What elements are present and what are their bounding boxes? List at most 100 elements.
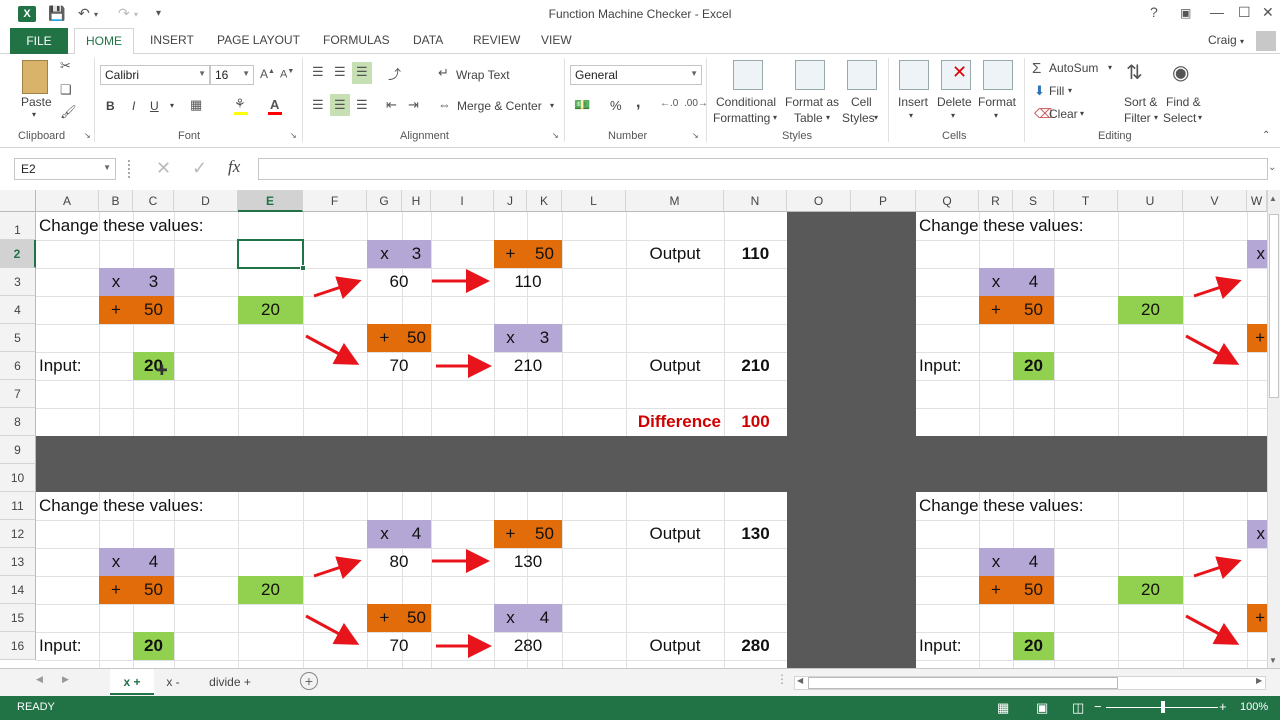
next-sheet-icon[interactable]: ▶ (62, 674, 69, 685)
font-launcher-icon[interactable]: ↘ (290, 131, 297, 140)
maximize-button[interactable]: ☐ (1238, 4, 1251, 21)
tab-file[interactable]: FILE (10, 28, 68, 54)
insert-cells-icon[interactable] (899, 60, 929, 90)
minimize-button[interactable]: — (1210, 4, 1224, 20)
sort-filter-label-1[interactable]: Sort & (1124, 95, 1157, 109)
percent-button[interactable]: % (610, 98, 622, 113)
tab-page-layout[interactable]: PAGE LAYOUT (217, 33, 300, 47)
decrease-decimal-icon[interactable]: .00→ (684, 98, 708, 109)
page-break-view-icon[interactable]: ◫ (1072, 700, 1084, 716)
collapse-ribbon-icon[interactable]: ⌃ (1262, 130, 1270, 141)
expand-formula-bar-icon[interactable]: ⌄ (1268, 162, 1276, 173)
autosum-button[interactable]: AutoSum (1049, 61, 1098, 75)
avatar[interactable] (1256, 31, 1276, 51)
format-as-table-icon[interactable] (795, 60, 825, 90)
font-color-icon[interactable]: A (270, 97, 279, 112)
tab-review[interactable]: REVIEW (473, 33, 520, 47)
find-binoculars-icon[interactable]: ◉ (1172, 60, 1189, 85)
copy-icon[interactable]: ❏ (60, 82, 72, 98)
name-box[interactable]: E2 ▼ (14, 158, 116, 180)
decrease-indent-icon[interactable]: ⇤ (386, 97, 397, 113)
formula-bar-grip[interactable] (128, 160, 131, 178)
clipboard-launcher-icon[interactable]: ↘ (84, 131, 91, 140)
orientation-icon[interactable]: ⤴ (388, 64, 401, 83)
cell-styles-icon[interactable] (847, 60, 877, 90)
wrap-text-button[interactable]: Wrap Text (456, 68, 510, 82)
cell-styles-label-1[interactable]: Cell (851, 95, 872, 109)
formula-input[interactable] (258, 158, 1268, 180)
underline-dropdown-icon[interactable]: ▾ (170, 101, 174, 110)
zoom-slider-thumb[interactable] (1161, 701, 1165, 713)
conditional-formatting-icon[interactable] (733, 60, 763, 90)
merge-dropdown-icon[interactable]: ▾ (550, 101, 554, 110)
user-dropdown-icon[interactable]: ▾ (1240, 37, 1244, 46)
scroll-down-icon[interactable]: ▼ (1269, 656, 1277, 665)
horizontal-scroll-thumb[interactable] (808, 677, 1118, 689)
format-cells-button[interactable]: Format (978, 95, 1016, 109)
format-as-table-label-1[interactable]: Format as (785, 95, 839, 109)
prev-sheet-icon[interactable]: ◀ (36, 674, 43, 685)
cut-icon[interactable]: ✂ (60, 58, 71, 74)
delete-cells-button[interactable]: Delete (937, 95, 972, 109)
scroll-left-icon[interactable]: ◀ (797, 676, 803, 685)
align-left-icon[interactable]: ☰ (312, 97, 324, 113)
sort-filter-label-2[interactable]: Filter (1124, 111, 1151, 125)
conditional-formatting-label-1[interactable]: Conditional (716, 95, 776, 109)
vertical-scroll-thumb[interactable] (1269, 214, 1279, 398)
paste-dropdown-icon[interactable]: ▾ (32, 110, 36, 119)
worksheet-grid[interactable]: A B C D E F G H I J K L M N O P Q R S T … (0, 190, 1280, 668)
align-middle-icon[interactable]: ☰ (334, 64, 346, 80)
zoom-out-button[interactable]: − (1094, 699, 1102, 714)
tab-data[interactable]: DATA (413, 33, 443, 47)
increase-font-icon[interactable]: A▲ (260, 67, 275, 81)
insert-cells-button[interactable]: Insert (898, 95, 928, 109)
tab-insert[interactable]: INSERT (150, 33, 194, 47)
italic-button[interactable]: I (132, 99, 135, 113)
zoom-in-button[interactable]: + (1219, 699, 1227, 714)
zoom-level[interactable]: 100% (1240, 701, 1268, 713)
sheet-tab-x-minus[interactable]: x - (154, 669, 192, 695)
enter-check-icon[interactable]: ✓ (192, 158, 207, 179)
align-right-icon[interactable]: ☰ (356, 97, 368, 113)
ribbon-display-icon[interactable]: ▣ (1180, 6, 1191, 20)
sheet-tab-x-plus[interactable]: x + (110, 669, 154, 695)
page-layout-view-icon[interactable]: ▣ (1036, 700, 1048, 716)
comma-button[interactable]: , (636, 94, 640, 112)
merge-center-button[interactable]: Merge & Center (457, 99, 542, 113)
add-sheet-icon[interactable]: + (300, 672, 318, 690)
user-name[interactable]: Craig (1208, 33, 1237, 47)
underline-button[interactable]: U (150, 99, 159, 113)
scroll-up-icon[interactable]: ▲ (1269, 194, 1277, 203)
find-select-label-2[interactable]: Select (1163, 111, 1196, 125)
help-button[interactable]: ? (1150, 4, 1158, 20)
format-cells-icon[interactable] (983, 60, 1013, 90)
fill-button[interactable]: Fill (1049, 84, 1064, 98)
find-select-label-1[interactable]: Find & (1166, 95, 1201, 109)
clear-button[interactable]: Clear (1049, 107, 1078, 121)
close-button[interactable]: ✕ (1262, 4, 1274, 21)
tab-formulas[interactable]: FORMULAS (323, 33, 390, 47)
format-painter-icon[interactable]: 🖌 (60, 104, 77, 120)
tab-home[interactable]: HOME (74, 28, 134, 55)
fill-color-icon[interactable]: ⚘ (234, 96, 246, 112)
font-size-combo[interactable]: 16 ▼ (210, 65, 254, 85)
number-launcher-icon[interactable]: ↘ (692, 131, 699, 140)
increase-decimal-icon[interactable]: ←.0 (660, 98, 678, 109)
cancel-icon[interactable]: ✕ (156, 158, 171, 179)
alignment-launcher-icon[interactable]: ↘ (552, 131, 559, 140)
increase-indent-icon[interactable]: ⇥ (408, 97, 419, 113)
insert-function-button[interactable]: fx (228, 157, 240, 177)
tab-split-grip[interactable]: ⋮ (776, 672, 788, 686)
borders-icon[interactable]: ▦ (190, 97, 202, 113)
paste-button[interactable]: Paste (21, 95, 52, 109)
normal-view-icon[interactable]: ▦ (997, 700, 1009, 716)
conditional-formatting-label-2[interactable]: Formatting (713, 111, 770, 125)
format-as-table-label-2[interactable]: Table (794, 111, 823, 125)
sheet-tab-divide-plus[interactable]: divide + (194, 669, 266, 695)
font-name-combo[interactable]: Calibri ▼ (100, 65, 210, 85)
align-top-icon[interactable]: ☰ (312, 64, 324, 80)
accounting-format-icon[interactable]: 💵 (574, 97, 590, 113)
sort-filter-icon[interactable]: ⇅ (1126, 60, 1143, 85)
scroll-right-icon[interactable]: ▶ (1256, 676, 1262, 685)
paste-icon[interactable] (22, 60, 48, 94)
